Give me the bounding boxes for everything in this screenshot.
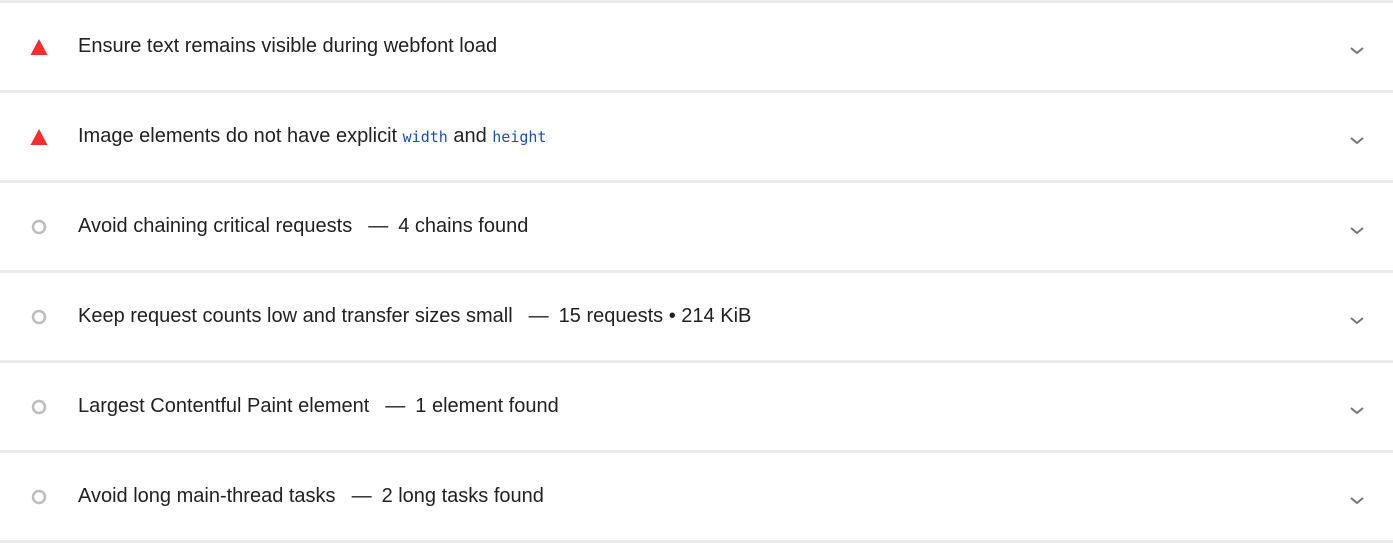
chevron-down-icon[interactable]	[1347, 223, 1367, 237]
chevron-down-icon[interactable]	[1347, 43, 1367, 57]
code-height: height	[492, 128, 547, 146]
audit-title-text: Avoid chaining critical requests	[78, 215, 353, 237]
audit-row-unsized-images[interactable]: Image elements do not have explicit widt…	[0, 93, 1393, 183]
audit-title: Avoid long main-thread tasks 2 long tasks…	[78, 484, 544, 508]
informative-circle-icon	[30, 218, 48, 236]
audit-display-value: 15 requests • 214 KiB	[527, 305, 752, 327]
audit-title: Keep request counts low and transfer siz…	[78, 304, 751, 328]
fail-triangle-icon	[30, 38, 48, 56]
audit-display-value: 4 chains found	[366, 215, 528, 237]
chevron-down-icon[interactable]	[1347, 133, 1367, 147]
informative-circle-icon	[30, 398, 48, 416]
audit-title-text: Keep request counts low and transfer siz…	[78, 305, 513, 327]
chevron-down-icon[interactable]	[1347, 403, 1367, 417]
audit-title-text: Image elements do not have explicit	[78, 125, 403, 147]
chevron-down-icon[interactable]	[1347, 493, 1367, 507]
audit-list: Ensure text remains visible during webfo…	[0, 0, 1393, 543]
audit-row-lcp-element[interactable]: Largest Contentful Paint element 1 elemen…	[0, 363, 1393, 453]
audit-title: Largest Contentful Paint element 1 elemen…	[78, 394, 559, 418]
code-width: width	[402, 128, 448, 146]
audit-title: Avoid chaining critical requests 4 chains…	[78, 214, 528, 238]
audit-title-text: and	[447, 125, 493, 147]
fail-triangle-icon	[30, 128, 48, 146]
audit-display-value: 1 element found	[383, 395, 558, 417]
audit-title-text: Ensure text remains visible during webfo…	[78, 35, 498, 57]
audit-row-resource-summary[interactable]: Keep request counts low and transfer siz…	[0, 273, 1393, 363]
audit-title: Ensure text remains visible during webfo…	[78, 34, 497, 58]
audit-display-value: 2 long tasks found	[350, 485, 544, 507]
chevron-down-icon[interactable]	[1347, 313, 1367, 327]
audit-row-long-tasks[interactable]: Avoid long main-thread tasks 2 long tasks…	[0, 453, 1393, 543]
informative-circle-icon	[30, 308, 48, 326]
audit-title: Image elements do not have explicit widt…	[78, 124, 546, 149]
audit-row-font-display[interactable]: Ensure text remains visible during webfo…	[0, 3, 1393, 93]
informative-circle-icon	[30, 488, 48, 506]
audit-row-critical-request-chains[interactable]: Avoid chaining critical requests 4 chains…	[0, 183, 1393, 273]
audit-title-text: Avoid long main-thread tasks	[78, 485, 336, 507]
audit-title-text: Largest Contentful Paint element	[78, 395, 370, 417]
